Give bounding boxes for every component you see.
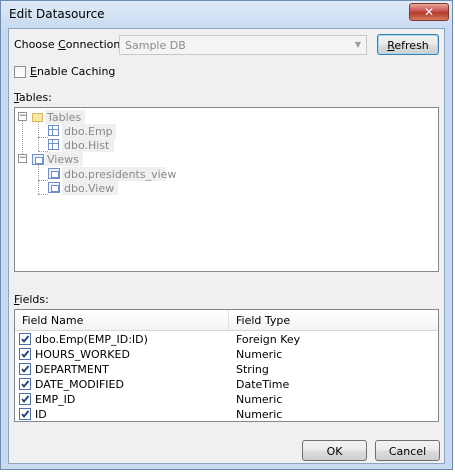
tree-connector [38,164,39,194]
field-name-cell: dbo.Emp(EMP_ID:ID) [35,333,148,346]
enable-caching-checkbox[interactable] [14,66,26,78]
tree-node-emp[interactable]: dbo.Emp [64,125,113,138]
field-type-cell: Numeric [236,408,283,421]
field-type-cell: String [236,363,269,376]
tree-node-hist[interactable]: dbo.Hist [64,139,109,152]
field-row[interactable]: DEPARTMENT String [15,362,438,377]
fields-grid-header: Field Name Field Type [15,310,438,331]
field-type-cell: Numeric [236,348,283,361]
tables-collapse-toggle[interactable]: − [18,112,27,121]
enable-caching-label: Enable Caching [30,65,116,78]
field-include-checkbox[interactable] [19,378,31,390]
field-row[interactable]: EMP_ID Numeric [15,392,438,407]
field-name-cell: ID [35,408,47,421]
ok-button[interactable]: OK [302,440,367,461]
table-icon [48,125,59,136]
window-title: Edit Datasource [9,7,105,21]
folder-icon [32,113,43,122]
fields-label: Fields: [14,293,49,306]
field-include-checkbox[interactable] [19,333,31,345]
tree-node-tables[interactable]: Tables [47,111,81,124]
title-bar[interactable]: Edit Datasource ✕ [1,1,454,27]
cancel-button[interactable]: Cancel [375,440,440,461]
field-type-cell: DateTime [236,378,290,391]
connection-label: Choose Connection: [14,38,125,51]
field-include-checkbox[interactable] [19,393,31,405]
tree-node-presidents-view[interactable]: dbo.presidents_view [64,168,176,181]
table-icon [48,139,59,150]
field-row[interactable]: HOURS_WORKED Numeric [15,347,438,362]
connection-select[interactable]: Sample DB ▼ [119,35,367,55]
dialog-body: Choose Connection: Sample DB ▼ Refresh E… [8,28,445,464]
field-name-cell: HOURS_WORKED [35,348,130,361]
tables-tree[interactable]: − Tables dbo.Emp dbo.Hist − Views dbo.pr… [14,107,439,272]
column-header-field-name[interactable]: Field Name [22,314,83,327]
column-header-field-type[interactable]: Field Type [236,314,290,327]
field-row[interactable]: dbo.Emp(EMP_ID:ID) Foreign Key [15,332,438,347]
edit-datasource-dialog: Edit Datasource ✕ Choose Connection: Sam… [0,0,453,470]
refresh-button[interactable]: Refresh [377,34,439,55]
close-icon: ✕ [423,5,435,19]
field-include-checkbox[interactable] [19,408,31,420]
tree-node-views[interactable]: Views [47,153,79,166]
fields-grid[interactable]: Field Name Field Type dbo.Emp(EMP_ID:ID)… [14,309,439,422]
view-icon [32,154,44,165]
chevron-down-icon: ▼ [354,40,361,49]
tree-node-view[interactable]: dbo.View [64,182,114,195]
field-name-cell: EMP_ID [35,393,76,406]
field-name-cell: DATE_MODIFIED [35,378,124,391]
view-icon [48,182,60,193]
column-divider[interactable] [228,310,229,330]
field-include-checkbox[interactable] [19,363,31,375]
tree-connector [38,194,48,195]
field-type-cell: Numeric [236,393,283,406]
tables-label: Tables: [14,91,52,104]
field-include-checkbox[interactable] [19,348,31,360]
tree-connector [38,180,48,181]
field-row[interactable]: ID Numeric [15,407,438,421]
tree-connector [38,121,39,151]
field-row[interactable]: DATE_MODIFIED DateTime [15,377,438,392]
field-name-cell: DEPARTMENT [35,363,109,376]
view-icon [48,168,60,179]
field-type-cell: Foreign Key [236,333,301,346]
connection-value: Sample DB [125,39,186,52]
close-button[interactable]: ✕ [409,3,449,21]
tree-connector [38,137,48,138]
views-collapse-toggle[interactable]: − [18,154,27,163]
